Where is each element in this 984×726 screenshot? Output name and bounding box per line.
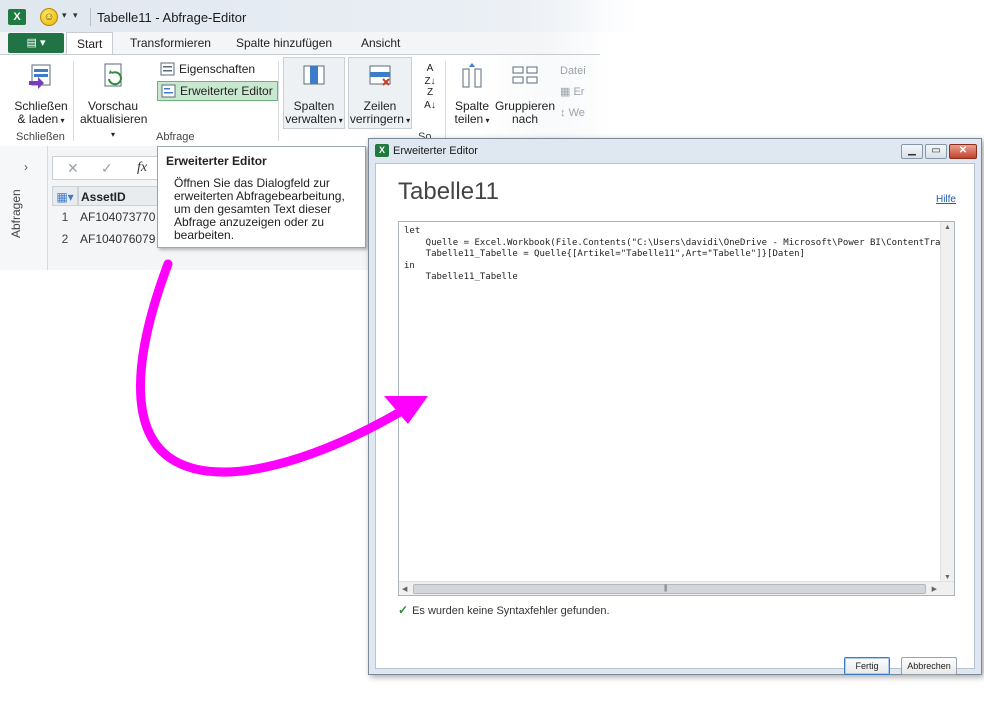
divider	[278, 61, 279, 141]
smiley-feedback-icon[interactable]: ☺	[40, 8, 58, 26]
cell-value[interactable]: AF104076079	[80, 228, 155, 250]
queries-pane-label: Abfragen	[9, 189, 23, 238]
cancel-button[interactable]: Abbrechen	[901, 657, 957, 675]
replace-values-button[interactable]: ↕ We	[560, 107, 585, 119]
advanced-editor-button[interactable]: Erweiterter Editor	[157, 81, 278, 101]
close-load-icon	[29, 64, 51, 89]
split-column-icon	[462, 63, 482, 88]
queries-pane[interactable]: › Abfragen	[0, 146, 48, 270]
vertical-scrollbar[interactable]: ▲ ▼	[940, 222, 954, 583]
excel-logo-icon: X	[375, 144, 389, 157]
close-icon: ✕	[958, 145, 968, 156]
scroll-down-icon[interactable]: ▼	[944, 574, 951, 581]
advanced-editor-tooltip: Erweiterter Editor Öffnen Sie das Dialog…	[157, 146, 366, 248]
group-by-label-2: nach	[511, 112, 539, 126]
maximize-icon: ▭	[931, 145, 941, 156]
refresh-label-2: aktualisieren	[80, 113, 147, 141]
manage-columns-label-2: verwalten	[283, 113, 345, 127]
maximize-button[interactable]: ▭	[925, 144, 947, 159]
scroll-up-icon[interactable]: ▲	[944, 224, 951, 231]
title-bar: X ☺ ▾ ▾ Tabelle11 - Abfrage-Editor	[0, 0, 640, 32]
sort-ascending-button[interactable]: A Z↓	[420, 61, 440, 87]
dialog-body: Tabelle11 Hilfe let Quelle = Excel.Workb…	[375, 163, 975, 675]
done-button[interactable]: Fertig	[844, 657, 890, 675]
advanced-editor-dialog: X Erweiterter Editor ▁ ▭ ✕ Tabelle11 Hil…	[368, 138, 982, 675]
tab-view[interactable]: Ansicht	[351, 32, 410, 54]
syntax-status: ✓ Es wurden keine Syntaxfehler gefunden.	[398, 603, 610, 617]
ribbon-tabs: ▤ ▾ Start Transformieren Spalte hinzufüg…	[0, 32, 600, 54]
properties-label: Eigenschaften	[179, 62, 256, 76]
first-row-label: Er	[573, 86, 585, 98]
columns-icon	[303, 65, 325, 85]
tab-start[interactable]: Start	[66, 32, 114, 54]
close-and-load-button[interactable]: Schließen & laden	[12, 61, 70, 127]
properties-icon	[160, 62, 175, 76]
cancel-formula-icon[interactable]: ✕	[67, 160, 79, 177]
scrollbar-grip-icon: |||	[664, 585, 668, 592]
scroll-right-icon[interactable]: ▶	[932, 585, 937, 593]
scrollbar-thumb[interactable]: |||	[413, 584, 926, 594]
help-link[interactable]: Hilfe	[936, 194, 956, 205]
split-column-button[interactable]: Spalte teilen	[450, 61, 494, 127]
customize-quick-access-icon[interactable]: ▾	[73, 10, 78, 21]
syntax-status-text: Es wurden keine Syntaxfehler gefunden.	[412, 605, 610, 617]
chevron-right-icon[interactable]: ›	[24, 160, 28, 174]
table-menu-icon[interactable]: ▦▾	[52, 186, 78, 206]
group-label-close: Schließen	[16, 131, 65, 143]
excel-logo-icon: X	[8, 9, 26, 25]
data-type-label: Datei	[560, 65, 586, 77]
tooltip-title: Erweiterter Editor	[166, 154, 267, 168]
confirm-formula-icon[interactable]: ✓	[101, 160, 113, 177]
cell-value[interactable]: AF104073770	[80, 206, 155, 228]
split-column-label-2: teilen	[450, 113, 494, 127]
tooltip-body: Öffnen Sie das Dialogfeld zur erweiterte…	[174, 176, 345, 242]
rows-icon	[369, 65, 391, 86]
minimize-icon: ▁	[908, 145, 916, 156]
query-code-editor[interactable]: let Quelle = Excel.Workbook(File.Content…	[398, 221, 955, 596]
close-load-label-2: & laden	[12, 113, 70, 127]
properties-button[interactable]: Eigenschaften	[157, 60, 259, 80]
manage-columns-button[interactable]: Spalten verwalten	[283, 61, 345, 127]
advanced-editor-icon	[161, 84, 176, 98]
reduce-rows-label-2: verringern	[348, 113, 412, 127]
divider	[445, 61, 446, 141]
table-icon: ▦	[560, 86, 574, 98]
group-label-query: Abfrage	[156, 131, 195, 143]
fx-icon: fx	[137, 160, 148, 175]
group-by-button[interactable]: Gruppieren nach	[494, 61, 556, 126]
first-row-header-button[interactable]: ▦ Er	[560, 85, 584, 98]
group-by-icon	[512, 66, 538, 84]
dialog-title: Erweiterter Editor	[393, 145, 478, 157]
advanced-editor-label: Erweiterter Editor	[180, 84, 273, 98]
sort-ascending-icon: A Z↓	[424, 63, 436, 87]
tab-transform[interactable]: Transformieren	[120, 32, 221, 54]
window-title: Tabelle11 - Abfrage-Editor	[97, 10, 247, 25]
sort-descending-icon: Z A↓	[424, 87, 436, 111]
query-code-text[interactable]: let Quelle = Excel.Workbook(File.Content…	[404, 226, 954, 284]
ribbon: Schließen & laden Schließen Vorschau akt…	[0, 54, 600, 146]
chevron-down-icon[interactable]: ▾	[62, 10, 67, 21]
divider	[73, 61, 74, 141]
row-number: 2	[61, 232, 69, 246]
data-type-button[interactable]: Datei	[560, 65, 586, 77]
file-menu-icon: ▤ ▾	[26, 37, 46, 49]
replace-values-icon: ↕	[560, 107, 569, 119]
sort-descending-button[interactable]: Z A↓	[420, 85, 440, 111]
check-icon: ✓	[398, 603, 409, 617]
divider	[90, 8, 91, 26]
horizontal-scrollbar[interactable]: ◀ ||| ▶	[399, 581, 954, 595]
close-button[interactable]: ✕	[949, 144, 977, 159]
query-name-heading: Tabelle11	[398, 178, 499, 205]
scroll-left-icon[interactable]: ◀	[402, 585, 407, 593]
refresh-icon	[104, 63, 122, 87]
minimize-button[interactable]: ▁	[901, 144, 923, 159]
row-number: 1	[61, 210, 69, 224]
reduce-rows-button[interactable]: Zeilen verringern	[348, 61, 412, 127]
replace-values-label: We	[568, 107, 585, 119]
dialog-title-bar[interactable]: X Erweiterter Editor ▁ ▭ ✕	[369, 139, 981, 163]
refresh-preview-button[interactable]: Vorschau aktualisieren	[80, 61, 147, 141]
file-tab[interactable]: ▤ ▾	[8, 33, 64, 53]
tab-add-column[interactable]: Spalte hinzufügen	[226, 32, 342, 54]
